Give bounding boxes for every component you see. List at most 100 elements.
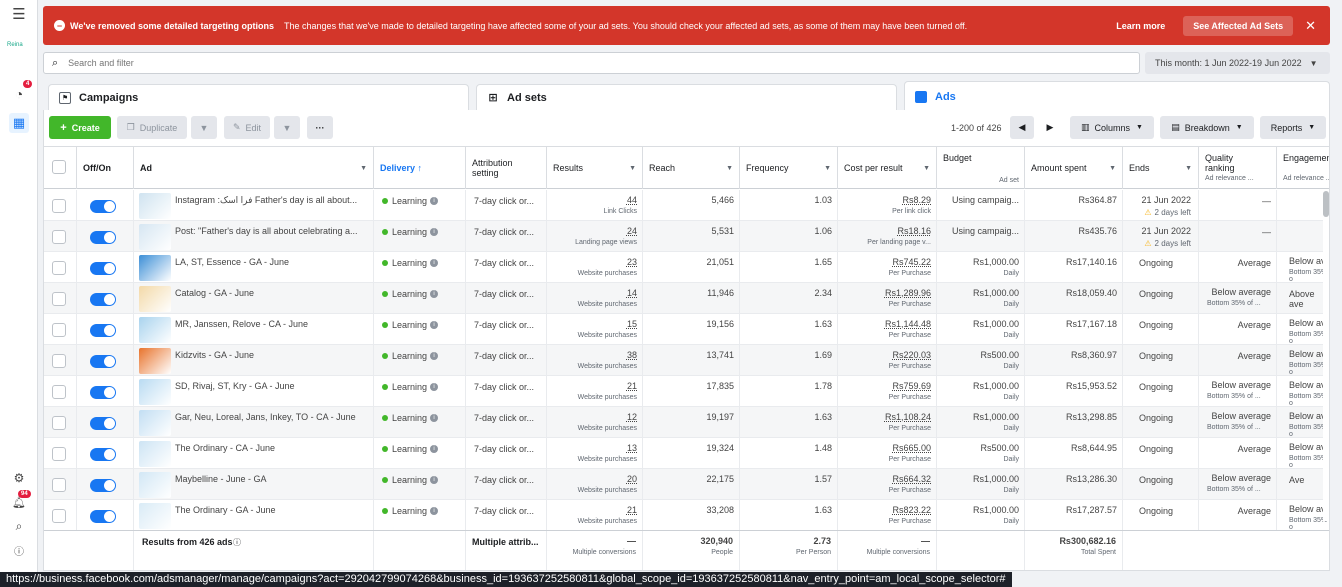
ad-thumbnail[interactable] — [139, 503, 171, 529]
info-icon[interactable]: i — [430, 321, 439, 329]
ad-name[interactable]: Gar, Neu, Loreal, Jans, Inkey, TO - CA -… — [175, 412, 356, 422]
cost-per-result-value[interactable]: Rs8.29 — [902, 195, 931, 205]
info-icon[interactable]: i — [430, 507, 439, 515]
col-frequency[interactable]: Frequency ▼ — [740, 147, 838, 189]
col-results[interactable]: Results ▼ — [547, 147, 643, 189]
menu-icon[interactable]: ☰ — [9, 4, 29, 24]
info-icon[interactable]: i — [430, 383, 439, 391]
ad-toggle[interactable] — [90, 200, 116, 213]
row-checkbox[interactable] — [52, 354, 66, 368]
ad-toggle[interactable] — [90, 510, 116, 523]
ad-name[interactable]: Catalog - GA - June — [175, 288, 254, 298]
ad-name[interactable]: Instagram :فرا اسک Father's day is all a… — [175, 195, 357, 206]
ad-toggle[interactable] — [90, 417, 116, 430]
col-amount-spent[interactable]: Amount spent ▼ — [1025, 147, 1123, 189]
reports-button[interactable]: Reports ▼ — [1260, 116, 1326, 139]
more-options-button[interactable]: ··· — [307, 116, 333, 139]
breakdown-button[interactable]: ▤ Breakdown ▼ — [1160, 116, 1254, 139]
ad-toggle[interactable] — [90, 231, 116, 244]
table-row[interactable]: Post: "Father's day is all about celebra… — [44, 221, 1329, 252]
table-row[interactable]: MR, Janssen, Relove - CA - June Learning i… — [44, 314, 1329, 345]
close-icon[interactable]: ✕ — [1305, 18, 1316, 34]
select-all-checkbox[interactable] — [52, 160, 66, 174]
results-value[interactable]: 21 — [627, 505, 637, 515]
ad-thumbnail[interactable] — [139, 317, 171, 343]
table-row[interactable]: The Ordinary - CA - June Learning i 7-day c… — [44, 438, 1329, 469]
cost-per-result-value[interactable]: Rs664.32 — [892, 474, 931, 484]
row-checkbox[interactable] — [52, 261, 66, 275]
tab-ads[interactable]: Ads — [904, 81, 1330, 111]
table-row[interactable]: Kidzvits - GA - June Learning i 7-day click… — [44, 345, 1329, 376]
cost-per-result-value[interactable]: Rs1,108.24 — [885, 412, 931, 422]
cost-per-result-value[interactable]: Rs220.03 — [892, 350, 931, 360]
edit-dropdown[interactable]: ▼ — [274, 116, 300, 139]
edit-button[interactable]: ✎ Edit — [224, 116, 270, 139]
date-range-picker[interactable]: This month: 1 Jun 2022-19 Jun 2022 ▼ — [1145, 52, 1330, 74]
ad-name[interactable]: MR, Janssen, Relove - CA - June — [175, 319, 308, 329]
ad-name[interactable]: SD, Rivaj, ST, Kry - GA - June — [175, 381, 295, 391]
ad-toggle[interactable] — [90, 448, 116, 461]
info-icon[interactable]: i — [430, 290, 439, 298]
info-icon[interactable]: i — [430, 352, 439, 360]
ad-name[interactable]: Post: "Father's day is all about celebra… — [175, 226, 358, 236]
ad-toggle[interactable] — [90, 355, 116, 368]
cost-per-result-value[interactable]: Rs745.22 — [892, 257, 931, 267]
ad-toggle[interactable] — [90, 262, 116, 275]
cost-per-result-value[interactable]: Rs823.22 — [892, 505, 931, 515]
table-row[interactable]: The Ordinary - GA - June Learning i 7-day c… — [44, 500, 1329, 531]
ad-thumbnail[interactable] — [139, 379, 171, 405]
table-row[interactable]: Gar, Neu, Loreal, Jans, Inkey, TO - CA -… — [44, 407, 1329, 438]
ad-name[interactable]: Kidzvits - GA - June — [175, 350, 254, 360]
col-delivery[interactable]: Delivery ↑ — [374, 147, 466, 189]
results-value[interactable]: 20 — [627, 474, 637, 484]
row-checkbox[interactable] — [52, 447, 66, 461]
row-checkbox[interactable] — [52, 230, 66, 244]
ad-name[interactable]: Maybelline - June - GA — [175, 474, 267, 484]
columns-button[interactable]: ▥ Columns ▼ — [1070, 116, 1154, 139]
results-value[interactable]: 15 — [627, 319, 637, 329]
create-button[interactable]: + Create — [49, 116, 111, 139]
info-icon[interactable]: ⓘ — [233, 537, 241, 548]
ads-manager-table-icon[interactable]: ▦ — [9, 113, 29, 133]
cost-per-result-value[interactable]: Rs1,289.96 — [885, 288, 931, 298]
duplicate-dropdown[interactable]: ▼ — [191, 116, 217, 139]
info-icon[interactable]: i — [430, 414, 439, 422]
info-icon[interactable]: i — [430, 259, 439, 267]
info-icon[interactable]: i — [430, 228, 439, 236]
help-icon[interactable]: ⓘ — [9, 540, 29, 560]
see-affected-ad-sets-button[interactable]: See Affected Ad Sets — [1183, 15, 1294, 36]
ad-toggle[interactable] — [90, 386, 116, 399]
prev-page-button[interactable]: ◀ — [1010, 116, 1034, 139]
ad-thumbnail[interactable] — [139, 441, 171, 467]
ad-toggle[interactable] — [90, 479, 116, 492]
info-icon[interactable]: i — [430, 197, 439, 205]
results-value[interactable]: 21 — [627, 381, 637, 391]
settings-icon[interactable]: ⚙ — [9, 468, 29, 488]
ad-name[interactable]: The Ordinary - GA - June — [175, 505, 276, 515]
results-value[interactable]: 14 — [627, 288, 637, 298]
next-page-button[interactable]: ▶ — [1038, 116, 1062, 139]
ad-toggle[interactable] — [90, 324, 116, 337]
col-attribution[interactable]: Attribution setting — [466, 147, 547, 189]
row-checkbox[interactable] — [52, 199, 66, 213]
results-value[interactable]: 12 — [627, 412, 637, 422]
row-checkbox[interactable] — [52, 509, 66, 523]
info-icon[interactable]: i — [430, 445, 439, 453]
row-checkbox[interactable] — [52, 416, 66, 430]
ad-thumbnail[interactable] — [139, 472, 171, 498]
table-scrollbar[interactable] — [1323, 191, 1329, 521]
results-value[interactable]: 24 — [627, 226, 637, 236]
col-quality-ranking[interactable]: Quality ranking Ad relevance ... — [1199, 147, 1277, 189]
ad-thumbnail[interactable] — [139, 286, 171, 312]
cost-per-result-value[interactable]: Rs1,144.48 — [885, 319, 931, 329]
row-checkbox[interactable] — [52, 478, 66, 492]
results-value[interactable]: 23 — [627, 257, 637, 267]
ad-thumbnail[interactable] — [139, 224, 171, 250]
table-row[interactable]: Catalog - GA - June Learning i 7-day click … — [44, 283, 1329, 314]
info-icon[interactable]: i — [430, 476, 439, 484]
scrollbar-thumb[interactable] — [1323, 191, 1329, 217]
row-checkbox[interactable] — [52, 292, 66, 306]
col-offon[interactable]: Off/On — [77, 147, 134, 189]
table-row[interactable]: Instagram :فرا اسک Father's day is all a… — [44, 190, 1329, 221]
ad-thumbnail[interactable] — [139, 193, 171, 219]
